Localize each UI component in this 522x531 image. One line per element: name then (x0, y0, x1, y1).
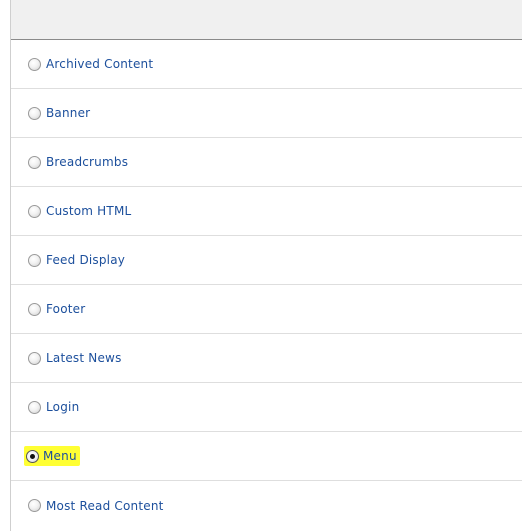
module-option-label[interactable]: Breadcrumbs (46, 155, 128, 169)
radio-button[interactable] (28, 155, 41, 169)
module-type-list: Archived Content Banner Breadcrumbs Cust… (11, 40, 522, 530)
module-option-label[interactable]: Login (46, 400, 79, 414)
module-option-breadcrumbs[interactable]: Breadcrumbs (11, 138, 522, 187)
module-option-custom-html[interactable]: Custom HTML (11, 187, 522, 236)
radio-button[interactable] (28, 400, 41, 414)
selection-highlight: Menu (24, 446, 80, 466)
radio-button[interactable] (28, 351, 41, 365)
module-option-banner[interactable]: Banner (11, 89, 522, 138)
module-option-footer[interactable]: Footer (11, 285, 522, 334)
module-option-label[interactable]: Menu (43, 449, 77, 463)
module-option-label[interactable]: Footer (46, 302, 85, 316)
module-option-most-read-content[interactable]: Most Read Content (11, 481, 522, 530)
module-option-label[interactable]: Archived Content (46, 57, 153, 71)
module-type-panel: Archived Content Banner Breadcrumbs Cust… (10, 0, 522, 531)
radio-button[interactable] (28, 106, 41, 120)
radio-button[interactable] (28, 57, 41, 71)
radio-button-checked[interactable] (26, 449, 39, 463)
radio-button[interactable] (28, 204, 41, 218)
module-option-latest-news[interactable]: Latest News (11, 334, 522, 383)
module-option-label[interactable]: Custom HTML (46, 204, 131, 218)
module-option-menu[interactable]: Menu (11, 432, 522, 481)
module-option-label[interactable]: Feed Display (46, 253, 125, 267)
radio-button[interactable] (28, 499, 41, 512)
module-option-label[interactable]: Most Read Content (46, 499, 164, 513)
radio-button[interactable] (28, 302, 41, 316)
module-option-login[interactable]: Login (11, 383, 522, 432)
module-option-feed-display[interactable]: Feed Display (11, 236, 522, 285)
module-option-label[interactable]: Banner (46, 106, 90, 120)
table-header (11, 0, 522, 40)
module-option-label[interactable]: Latest News (46, 351, 122, 365)
module-option-archived-content[interactable]: Archived Content (11, 40, 522, 89)
radio-button[interactable] (28, 253, 41, 267)
